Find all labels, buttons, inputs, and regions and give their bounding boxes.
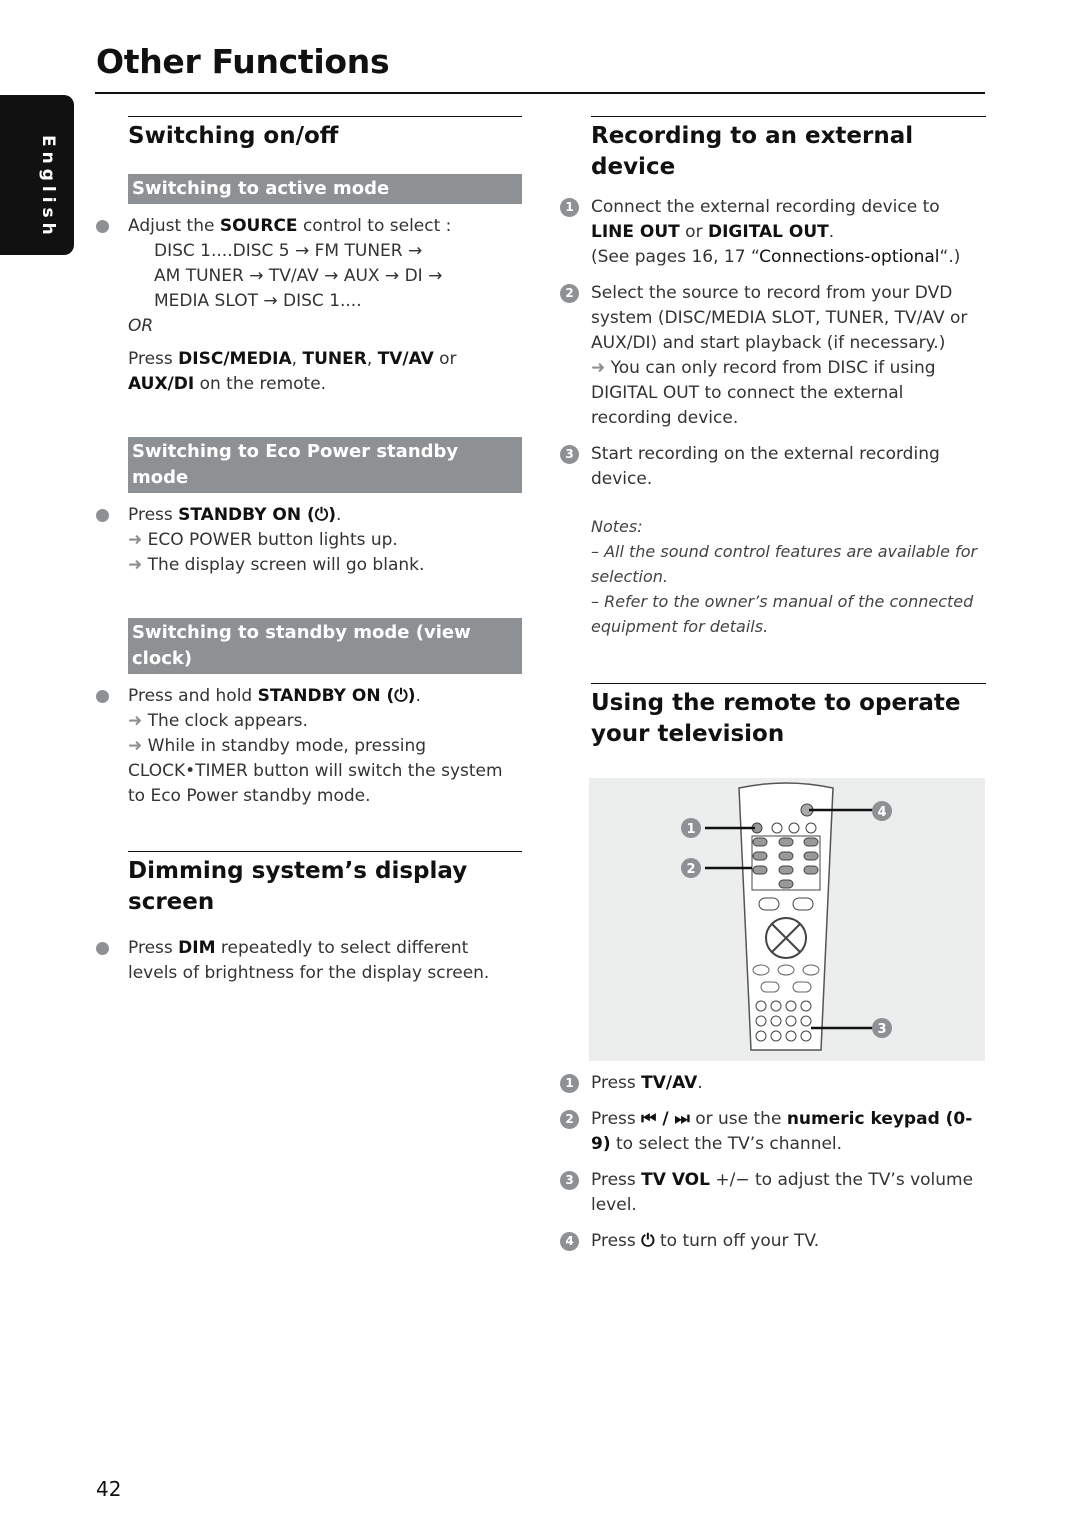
step-number-icon: 2 bbox=[560, 1110, 579, 1129]
recording-step-1: 1 Connect the external recording device … bbox=[556, 195, 986, 270]
result-1: ➜ The clock appears. bbox=[128, 711, 308, 731]
active-mode-step: Adjust the SOURCE control to select : DI… bbox=[96, 214, 522, 314]
title-rule bbox=[95, 92, 985, 94]
note-1: – All the sound control features are ava… bbox=[591, 542, 978, 586]
step-number-icon: 2 bbox=[560, 284, 579, 303]
source-sequence-3: MEDIA SLOT → DISC 1.... bbox=[154, 291, 362, 311]
section-heading-remote: Using the remote to operate your televis… bbox=[591, 683, 986, 750]
remote-illustration: 1 2 3 4 bbox=[589, 778, 985, 1061]
section-heading-dimming: Dimming system’s display screen bbox=[128, 851, 522, 918]
section-heading-switching: Switching on/off bbox=[128, 116, 522, 152]
result-1: ➜ ECO POWER button lights up. bbox=[128, 530, 398, 550]
arrow-icon: ➜ bbox=[128, 555, 148, 575]
remote-step-3: 3 Press TV VOL +/− to adjust the TV’s vo… bbox=[556, 1168, 986, 1218]
source-sequence-1: DISC 1....DISC 5 → FM TUNER → bbox=[154, 241, 423, 261]
step-number-icon: 1 bbox=[560, 198, 579, 217]
callout-1: 1 bbox=[686, 822, 695, 837]
note-2: – Refer to the owner’s manual of the con… bbox=[591, 592, 974, 636]
callout-4: 4 bbox=[877, 805, 886, 820]
page-title: Other Functions bbox=[96, 42, 390, 81]
dimming-step: Press DIM repeatedly to select different… bbox=[96, 936, 522, 986]
subhead-active-mode: Switching to active mode bbox=[128, 174, 522, 204]
power-icon: ⏻ bbox=[641, 1231, 655, 1251]
right-column: Recording to an external device 1 Connec… bbox=[556, 116, 986, 1254]
step-number-icon: 1 bbox=[560, 1074, 579, 1093]
result-2: ➜ The display screen will go blank. bbox=[128, 555, 425, 575]
arrow-icon: ➜ bbox=[128, 530, 148, 550]
section-heading-recording: Recording to an external device bbox=[591, 116, 986, 183]
remote-step-4: 4 Press ⏻ to turn off your TV. bbox=[556, 1229, 986, 1254]
notes: Notes: – All the sound control features … bbox=[556, 514, 986, 639]
result-2-cont: CLOCK•TIMER button will switch the syste… bbox=[128, 761, 503, 806]
callout-3: 3 bbox=[877, 1022, 886, 1037]
language-tab: English bbox=[0, 95, 74, 255]
step-number-icon: 3 bbox=[560, 445, 579, 464]
remote-step-2: 2 Press ⏮ / ⏭ or use the numeric keypad … bbox=[556, 1107, 986, 1157]
step-number-icon: 4 bbox=[560, 1232, 579, 1251]
remote-control-icon: 1 2 3 4 bbox=[681, 782, 892, 1051]
bullet-icon bbox=[96, 509, 109, 522]
result-2: ➜ While in standby mode, pressing bbox=[128, 736, 427, 756]
language-label: English bbox=[38, 135, 58, 240]
bullet-icon bbox=[96, 942, 109, 955]
recording-step-2-result: ➜ You can only record from DISC if using… bbox=[591, 358, 936, 428]
subhead-standby-clock: Switching to standby mode (view clock) bbox=[128, 618, 522, 674]
arrow-icon: ➜ bbox=[591, 358, 611, 378]
subhead-eco-standby: Switching to Eco Power standby mode bbox=[128, 437, 522, 493]
bullet-icon bbox=[96, 690, 109, 703]
skip-icons: ⏮ / ⏭ bbox=[641, 1109, 690, 1129]
step-number-icon: 3 bbox=[560, 1171, 579, 1190]
arrow-icon: ➜ bbox=[128, 711, 148, 731]
arrow-icon: ➜ bbox=[128, 736, 148, 756]
eco-standby-step: Press STANDBY ON (⏻). ➜ ECO POWER button… bbox=[96, 503, 522, 578]
recording-step-2: 2 Select the source to record from your … bbox=[556, 281, 986, 431]
left-column: Switching on/off Switching to active mod… bbox=[96, 116, 522, 986]
callout-2: 2 bbox=[686, 862, 695, 877]
remote-keys-text: Press DISC/MEDIA, TUNER, TV/AV or AUX/DI … bbox=[128, 349, 457, 394]
or-label: OR bbox=[128, 316, 154, 336]
standby-clock-step: Press and hold STANDBY ON (⏻). ➜ The clo… bbox=[96, 684, 522, 809]
recording-step-3: 3 Start recording on the external record… bbox=[556, 442, 986, 492]
bullet-icon bbox=[96, 220, 109, 233]
page-number: 42 bbox=[96, 1477, 122, 1501]
remote-step-1: 1 Press TV/AV. bbox=[556, 1071, 986, 1096]
notes-title: Notes: bbox=[591, 517, 643, 536]
source-sequence-2: AM TUNER → TV/AV → AUX → DI → bbox=[154, 266, 443, 286]
